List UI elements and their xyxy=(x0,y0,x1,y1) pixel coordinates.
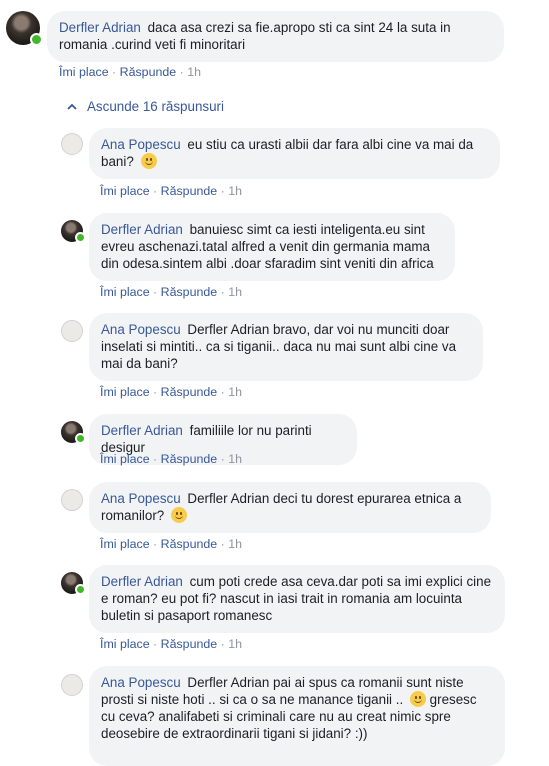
like-link[interactable]: Îmi place xyxy=(59,65,109,79)
comment-actions: Îmi place · Răspunde · 1h xyxy=(100,385,242,399)
avatar[interactable] xyxy=(61,133,83,155)
comment-author[interactable]: Ana Popescu xyxy=(101,491,181,506)
reply-link[interactable]: Răspunde xyxy=(161,285,218,299)
reply-link[interactable]: Răspunde xyxy=(161,452,218,466)
comment-author[interactable]: Derfler Adrian xyxy=(101,423,183,438)
online-status-icon xyxy=(75,584,86,595)
reply-comment: Ana Popescu Derfler Adrian pai ai spus c… xyxy=(61,666,505,766)
comment-actions: Îmi place · Răspunde · 1h xyxy=(100,285,242,299)
comment-author[interactable]: Derfler Adrian xyxy=(101,222,183,237)
reply-comment: Derfler Adrian cum poti crede asa ceva.d… xyxy=(61,565,505,633)
comment-bubble: Ana Popescu Derfler Adrian bravo, dar vo… xyxy=(89,313,483,381)
avatar[interactable] xyxy=(61,489,83,511)
smile-emoji-icon xyxy=(409,691,426,707)
comment-timestamp[interactable]: 1h xyxy=(228,452,242,466)
avatar[interactable] xyxy=(61,674,83,696)
comment-bubble: Ana Popescu Derfler Adrian deci tu dores… xyxy=(89,482,491,533)
comment-actions: Îmi place · Răspunde · 1h xyxy=(100,452,242,466)
comment-timestamp[interactable]: 1h xyxy=(228,385,242,399)
comment-author[interactable]: Ana Popescu xyxy=(101,675,181,690)
online-status-icon xyxy=(75,232,86,243)
comment-bubble: Derfler Adrian daca asa crezi sa fie.apr… xyxy=(47,11,504,62)
comment-bubble: Ana Popescu Derfler Adrian pai ai spus c… xyxy=(89,666,505,766)
reply-link[interactable]: Răspunde xyxy=(120,65,177,79)
reply-comment: Derfler Adrian banuiesc simt ca iesti in… xyxy=(61,213,455,281)
comment-timestamp[interactable]: 1h xyxy=(187,65,201,79)
reply-link[interactable]: Răspunde xyxy=(161,637,218,651)
comment-bubble: Derfler Adrian banuiesc simt ca iesti in… xyxy=(89,213,455,281)
comment-bubble: Derfler Adrian cum poti crede asa ceva.d… xyxy=(89,565,505,633)
reply-comment: Ana Popescu Derfler Adrian deci tu dores… xyxy=(61,482,491,533)
smile-emoji-icon xyxy=(171,507,187,523)
smile-emoji-icon xyxy=(140,153,157,169)
avatar[interactable] xyxy=(6,11,43,46)
comment-actions: Îmi place · Răspunde · 1h xyxy=(100,184,242,198)
like-link[interactable]: Îmi place xyxy=(100,385,150,399)
comment-actions: Îmi place · Răspunde · 1h xyxy=(59,65,201,79)
comment-author[interactable]: Derfler Adrian xyxy=(101,574,183,589)
reply-comment: Ana Popescu eu stiu ca urasti albii dar … xyxy=(61,128,500,179)
avatar[interactable] xyxy=(61,572,86,595)
like-link[interactable]: Îmi place xyxy=(100,184,150,198)
reply-link[interactable]: Răspunde xyxy=(161,184,218,198)
reply-comment: Ana Popescu Derfler Adrian bravo, dar vo… xyxy=(61,313,483,381)
reply-link[interactable]: Răspunde xyxy=(161,385,218,399)
comment-top: Derfler Adrian daca asa crezi sa fie.apr… xyxy=(6,11,504,62)
like-link[interactable]: Îmi place xyxy=(100,537,150,551)
comment-actions: Îmi place · Răspunde · 1h xyxy=(100,637,242,651)
comment-timestamp[interactable]: 1h xyxy=(228,285,242,299)
reply-link[interactable]: Răspunde xyxy=(161,537,218,551)
like-link[interactable]: Îmi place xyxy=(100,637,150,651)
comment-bubble: Ana Popescu eu stiu ca urasti albii dar … xyxy=(89,128,500,179)
online-status-icon xyxy=(30,33,43,46)
comment-actions: Îmi place · Răspunde · 1h xyxy=(100,537,242,551)
comment-author[interactable]: Ana Popescu xyxy=(101,137,181,152)
hide-replies-label: Ascunde 16 răspunsuri xyxy=(87,99,224,114)
comment-timestamp[interactable]: 1h xyxy=(228,637,242,651)
comment-timestamp[interactable]: 1h xyxy=(228,537,242,551)
avatar[interactable] xyxy=(61,320,83,342)
online-status-icon xyxy=(75,433,86,444)
avatar[interactable] xyxy=(61,220,86,243)
like-link[interactable]: Îmi place xyxy=(100,285,150,299)
comment-author[interactable]: Ana Popescu xyxy=(101,322,181,337)
hide-replies-toggle[interactable]: Ascunde 16 răspunsuri xyxy=(66,99,224,114)
comment-timestamp[interactable]: 1h xyxy=(228,184,242,198)
like-link[interactable]: Îmi place xyxy=(100,452,150,466)
avatar[interactable] xyxy=(61,421,86,444)
chevron-up-icon xyxy=(67,103,77,110)
comment-author[interactable]: Derfler Adrian xyxy=(59,20,141,35)
